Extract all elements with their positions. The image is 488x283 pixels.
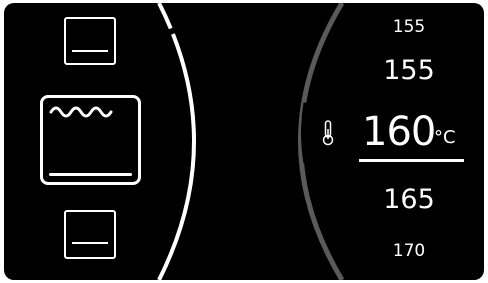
selected-temperature-underline	[359, 159, 464, 162]
bottom-heating-element-icon	[49, 173, 132, 176]
temperature-option-near-bottom[interactable]: 165	[366, 184, 452, 215]
temperature-option-far-top[interactable]: 155	[374, 17, 444, 37]
temperature-selected[interactable]: 160 °C	[360, 109, 466, 155]
temperature-dial-gap	[301, 102, 311, 164]
oven-control-display: 155 155 160 °C 165 170	[4, 3, 484, 280]
temperature-selected-value: 160	[362, 109, 436, 155]
heating-element-line-icon	[72, 242, 108, 244]
wavy-heating-element-icon	[49, 106, 113, 118]
oven-mode-option-selected[interactable]	[40, 95, 141, 185]
heating-element-line-icon	[72, 50, 108, 52]
temperature-unit: °C	[434, 127, 456, 148]
temperature-option-far-bottom[interactable]: 170	[374, 241, 444, 261]
temperature-option-near-top[interactable]: 155	[366, 55, 452, 86]
oven-mode-option-bottom[interactable]	[64, 210, 116, 259]
mode-dial-arc[interactable]	[157, 3, 196, 280]
thermometer-icon	[322, 120, 334, 146]
oven-mode-option-top[interactable]	[64, 17, 116, 65]
